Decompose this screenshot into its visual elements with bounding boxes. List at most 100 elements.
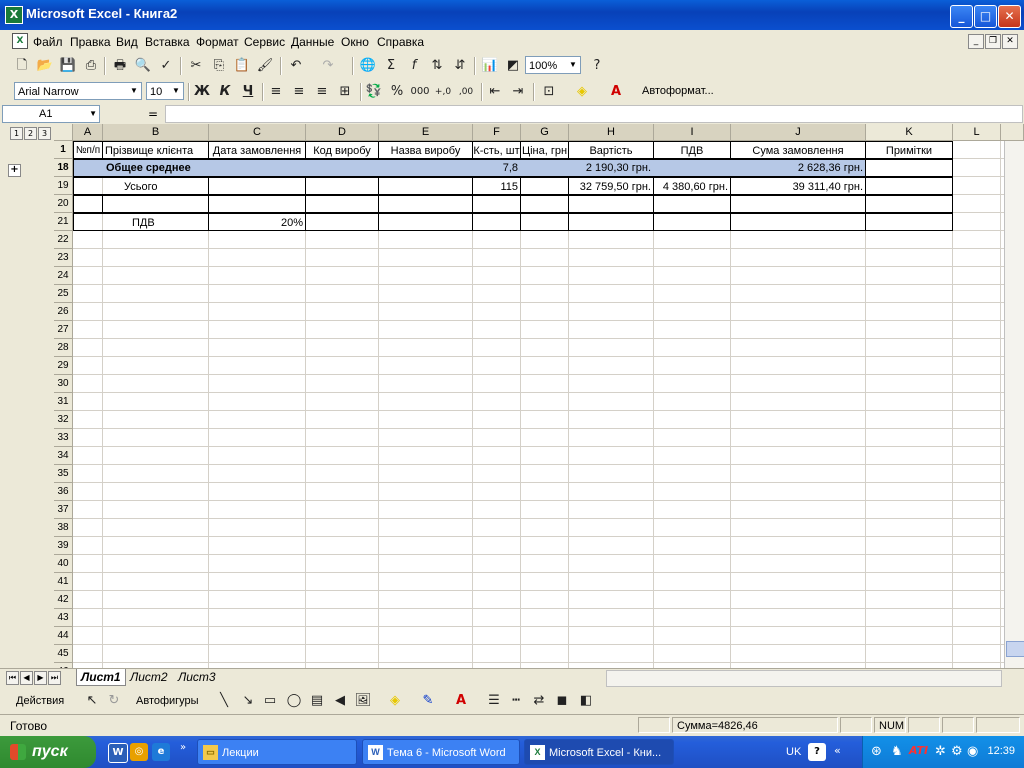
autosum-icon[interactable]: Σ xyxy=(381,56,401,76)
select-all-corner[interactable] xyxy=(54,124,73,141)
row-header[interactable]: 34 xyxy=(54,447,73,465)
maximize-button[interactable]: □ xyxy=(974,5,997,28)
row-header[interactable]: 27 xyxy=(54,321,73,339)
header-cell[interactable]: Дата замовлення xyxy=(208,141,306,159)
total-vat[interactable]: 4 380,60 грн. xyxy=(653,177,731,195)
scroll-thumb[interactable] xyxy=(1006,641,1024,657)
help-icon[interactable]: ? xyxy=(587,56,607,76)
tray-app-icon[interactable]: ⚙ xyxy=(951,744,963,759)
menu-view[interactable]: Вид xyxy=(116,35,138,49)
next-sheet-icon[interactable]: ▶ xyxy=(34,671,47,685)
sheet-tab-3[interactable]: Лист3 xyxy=(174,669,220,685)
sheet-tab-1[interactable]: Лист1 xyxy=(76,669,126,686)
row-header[interactable]: 26 xyxy=(54,303,73,321)
percent-button[interactable]: % xyxy=(387,82,407,102)
fill-color-icon[interactable]: ◈ xyxy=(572,82,592,102)
empty-cell[interactable] xyxy=(472,213,521,231)
empty-cell[interactable] xyxy=(568,213,654,231)
empty-cell[interactable] xyxy=(865,195,953,213)
align-right-icon[interactable]: ≡ xyxy=(312,82,332,102)
start-button[interactable]: пуск xyxy=(0,736,96,768)
row-header[interactable]: 45 xyxy=(54,645,73,663)
merge-center-icon[interactable]: ⊞ xyxy=(335,82,355,102)
row-header[interactable]: 18 xyxy=(54,159,73,177)
drawing-icon[interactable]: ◩ xyxy=(503,56,523,76)
row-header[interactable]: 36 xyxy=(54,483,73,501)
total-cost[interactable]: 32 759,50 грн. xyxy=(568,177,654,195)
arrow-icon[interactable]: ↘ xyxy=(238,691,258,711)
new-icon[interactable]: 🗋 xyxy=(12,56,32,76)
align-center-icon[interactable]: ≡ xyxy=(289,82,309,102)
row-header[interactable]: 40 xyxy=(54,555,73,573)
row-header[interactable]: 24 xyxy=(54,267,73,285)
column-header[interactable]: C xyxy=(209,124,306,141)
average-cost[interactable]: 2 190,30 грн. xyxy=(569,159,653,177)
redo-icon[interactable]: ↷ xyxy=(318,56,338,76)
column-header[interactable]: L xyxy=(953,124,1001,141)
actions-menu[interactable]: Действия xyxy=(16,695,64,707)
row-header[interactable]: 20 xyxy=(54,195,73,213)
row-header[interactable]: 25 xyxy=(54,285,73,303)
last-sheet-icon[interactable]: ⏭ xyxy=(48,671,61,685)
formula-input[interactable] xyxy=(165,105,1023,123)
worksheet[interactable]: 1 2 3 + A B C D E F G H I J K L 1 18 19 … xyxy=(0,124,1024,668)
header-cell[interactable]: Прізвище клієнта xyxy=(102,141,209,159)
excel-app-icon[interactable]: X xyxy=(5,6,23,24)
line-icon[interactable]: ╲ xyxy=(214,691,234,711)
sheet-tab-2[interactable]: Лист2 xyxy=(126,669,172,685)
taskbar-word[interactable]: W Тема 6 - Microsoft Word xyxy=(362,739,520,765)
empty-cell[interactable] xyxy=(653,213,731,231)
chart-wizard-icon[interactable]: 📊 xyxy=(480,56,500,76)
ati-icon[interactable]: ATI xyxy=(909,744,928,757)
row-header[interactable]: 23 xyxy=(54,249,73,267)
header-cell[interactable]: Примітки xyxy=(865,141,953,159)
tray-app-icon[interactable]: ◉ xyxy=(967,744,978,759)
row-header[interactable]: 22 xyxy=(54,231,73,249)
row-header[interactable]: 30 xyxy=(54,375,73,393)
fill-color-icon[interactable]: ◈ xyxy=(385,691,405,711)
spelling-icon[interactable]: ✓ xyxy=(156,56,176,76)
average-qty[interactable]: 7,8 xyxy=(473,159,520,177)
prev-sheet-icon[interactable]: ◀ xyxy=(20,671,33,685)
autoshapes-menu[interactable]: Автофигуры xyxy=(136,695,199,707)
word-quicklaunch-icon[interactable]: W xyxy=(108,743,128,763)
column-header[interactable]: H xyxy=(569,124,654,141)
taskbar-folder[interactable]: ▭ Лекции xyxy=(197,739,357,765)
function-icon[interactable]: f xyxy=(404,56,424,76)
line-style-icon[interactable]: ☰ xyxy=(484,691,504,711)
font-color-icon[interactable]: A xyxy=(451,691,471,711)
horizontal-scrollbar[interactable] xyxy=(606,670,1002,687)
column-header[interactable]: F xyxy=(473,124,521,141)
ie-quicklaunch-icon[interactable]: e xyxy=(152,743,170,761)
header-cell[interactable]: Код виробу xyxy=(305,141,379,159)
empty-cell[interactable] xyxy=(378,213,473,231)
italic-button[interactable]: К xyxy=(215,82,235,102)
header-cell[interactable]: Вартість xyxy=(568,141,654,159)
expand-group-icon[interactable]: + xyxy=(8,164,21,177)
row-header[interactable]: 37 xyxy=(54,501,73,519)
clock[interactable]: 12:39 xyxy=(987,745,1015,757)
row-header[interactable]: 41 xyxy=(54,573,73,591)
empty-cell[interactable] xyxy=(865,159,953,177)
document-icon[interactable]: X xyxy=(12,33,28,49)
row-header[interactable]: 19 xyxy=(54,177,73,195)
save-icon[interactable]: 💾 xyxy=(58,56,78,76)
empty-cell[interactable] xyxy=(378,195,473,213)
sort-ascending-icon[interactable]: ⇅ xyxy=(427,56,447,76)
format-painter-icon[interactable]: 🖌 xyxy=(255,56,275,76)
close-button[interactable]: ✕ xyxy=(998,5,1021,28)
3d-icon[interactable]: ◧ xyxy=(576,691,596,711)
column-header[interactable]: K xyxy=(866,124,953,141)
header-cell[interactable]: К-сть, шт xyxy=(472,141,521,159)
empty-cell[interactable] xyxy=(73,195,103,213)
empty-cell[interactable] xyxy=(865,177,953,195)
autoformat-button[interactable]: Автоформат... xyxy=(642,85,714,97)
paste-icon[interactable]: 📋 xyxy=(232,56,252,76)
decrease-decimal-button[interactable]: ,00 xyxy=(456,82,476,102)
increase-decimal-button[interactable]: +,0 xyxy=(433,82,453,102)
row-header[interactable]: 33 xyxy=(54,429,73,447)
permission-icon[interactable]: ⎙ xyxy=(81,56,101,76)
row-header[interactable]: 21 xyxy=(54,213,73,231)
decrease-indent-icon[interactable]: ⇤ xyxy=(485,82,505,102)
select-objects-icon[interactable]: ↖ xyxy=(82,691,102,711)
